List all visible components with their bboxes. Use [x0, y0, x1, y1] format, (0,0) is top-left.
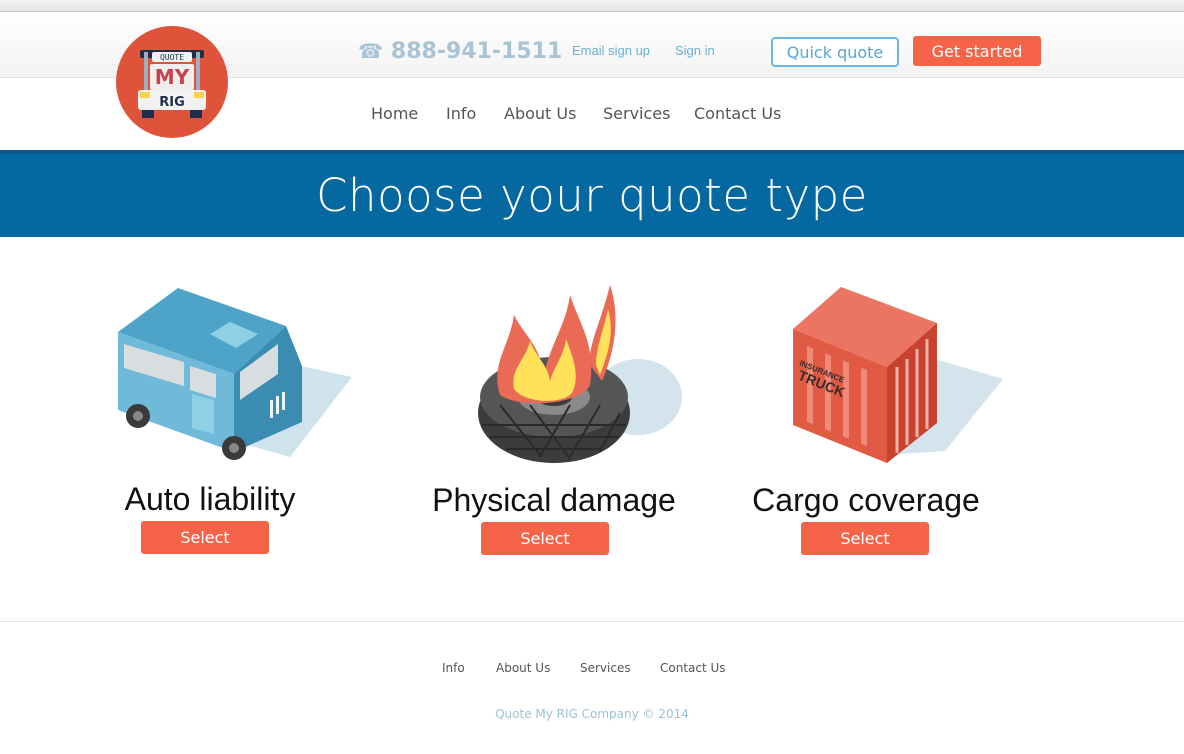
- truck-logo-icon: QUOTE MY RIG: [138, 50, 206, 118]
- nav-info[interactable]: Info: [446, 104, 476, 123]
- quote-type-banner: Choose your quote type: [0, 150, 1184, 237]
- logo-rig-text: RIG: [159, 95, 185, 110]
- select-cargo-coverage-button[interactable]: Select: [801, 522, 929, 555]
- card-title-cargo-coverage: Cargo coverage: [752, 482, 980, 518]
- select-auto-liability-button[interactable]: Select: [141, 521, 269, 554]
- nav-contact-us[interactable]: Contact Us: [694, 104, 781, 123]
- nav-services[interactable]: Services: [603, 104, 670, 123]
- browser-chrome-strip: [0, 0, 1184, 12]
- sign-in-link[interactable]: Sign in: [675, 43, 715, 58]
- select-physical-damage-button[interactable]: Select: [481, 522, 609, 555]
- footer-link-about-us[interactable]: About Us: [496, 661, 550, 675]
- card-title-auto-liability: Auto liability: [124, 481, 296, 517]
- nav-home[interactable]: Home: [371, 104, 418, 123]
- get-started-button[interactable]: Get started: [913, 36, 1041, 66]
- copyright-text: Quote My RIG Company © 2014: [495, 707, 689, 721]
- footer-link-info[interactable]: Info: [442, 661, 465, 675]
- phone-number-text: 888-941-1511: [390, 38, 563, 64]
- footer-link-services[interactable]: Services: [580, 661, 631, 675]
- truck-icon[interactable]: [110, 282, 360, 467]
- burning-tire-icon[interactable]: [470, 285, 690, 467]
- cargo-container-icon[interactable]: INSURANCE TRUCK: [785, 283, 1010, 468]
- page-title: Choose your quote type: [316, 169, 868, 222]
- quote-my-rig-logo[interactable]: QUOTE MY RIG: [116, 26, 228, 138]
- logo-my-text: MY: [155, 65, 190, 89]
- phone-number[interactable]: ☎ 888-941-1511: [358, 36, 562, 66]
- footer-divider: [0, 621, 1184, 622]
- card-title-physical-damage: Physical damage: [432, 482, 676, 518]
- quick-quote-button[interactable]: Quick quote: [771, 37, 899, 67]
- phone-icon: ☎: [358, 39, 383, 63]
- footer-link-contact-us[interactable]: Contact Us: [660, 661, 726, 675]
- nav-about-us[interactable]: About Us: [504, 104, 576, 123]
- email-signup-link[interactable]: Email sign up: [572, 43, 650, 58]
- logo-quote-text: QUOTE: [160, 53, 184, 62]
